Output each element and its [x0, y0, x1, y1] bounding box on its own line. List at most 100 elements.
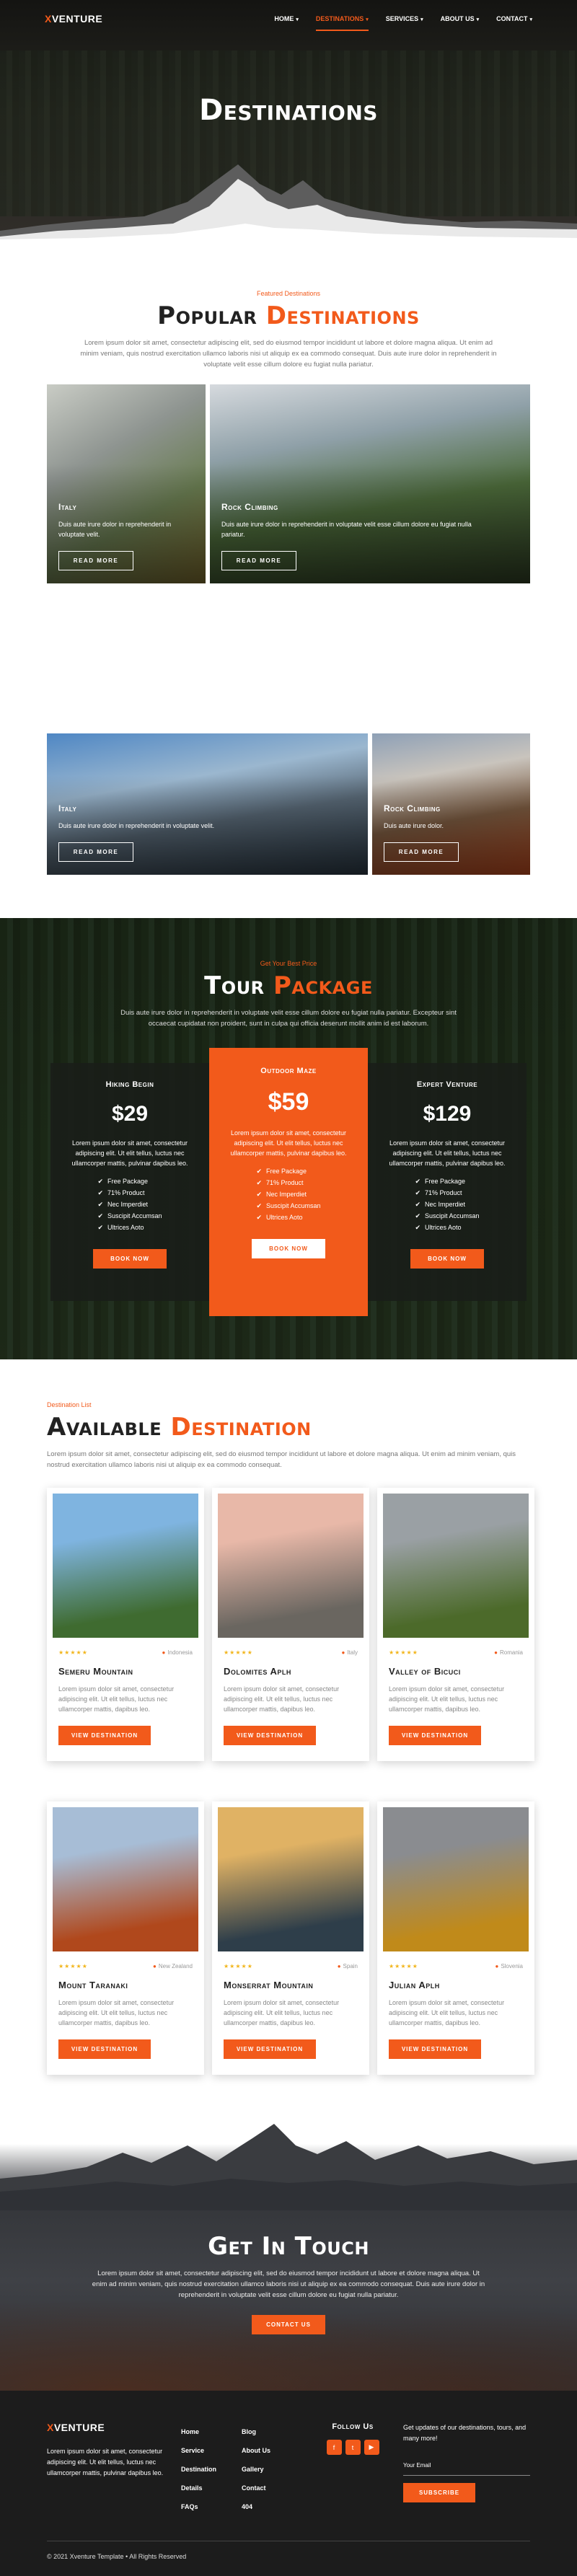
- pricing-plans: Hiking Begin $29 Lorem ipsum dolor sit a…: [0, 1048, 577, 1316]
- destination-name: Monserrat Mountain: [224, 1980, 314, 1990]
- menu-services[interactable]: Services ▾: [386, 11, 423, 27]
- popular-destinations: Featured Destinations Popular Destinatio…: [0, 245, 577, 918]
- location-label: New Zealand: [153, 1963, 193, 1970]
- footer-link[interactable]: About Us: [242, 2441, 302, 2460]
- menu-home[interactable]: Home ▾: [274, 11, 299, 27]
- destination-text: Lorem ipsum dolor sit amet, consectetur …: [224, 1685, 340, 1713]
- menu-contact[interactable]: Contact ▾: [496, 11, 532, 27]
- footer-link[interactable]: Details: [181, 2479, 242, 2497]
- destination-card: ★★★★★ Romania Valley of Bicuci Lorem ipsum …: [377, 1488, 534, 1761]
- read-more-button[interactable]: Read More: [58, 842, 133, 862]
- plan-outdoor-maze: Outdoor Maze $59 Lorem ipsum dolor sit a…: [209, 1048, 368, 1316]
- destination-image: [218, 1807, 364, 1951]
- plan-price: $129: [423, 1102, 472, 1126]
- destination-text: Lorem ipsum dolor sit amet, consectetur …: [389, 1999, 505, 2026]
- footer-link[interactable]: FAQs: [181, 2497, 242, 2516]
- destination-text: Lorem ipsum dolor sit amet, consectetur …: [389, 1685, 505, 1713]
- footer-about: Lorem ipsum dolor sit amet, consectetur …: [47, 2448, 164, 2476]
- newsletter-text: Get updates of our destinations, tours, …: [403, 2424, 527, 2442]
- view-destination-button[interactable]: View Destination: [224, 1726, 316, 1745]
- tile-italy-2: Italy Duis aute irure dolor in reprehend…: [47, 733, 368, 875]
- book-now-button[interactable]: Book Now: [93, 1249, 167, 1269]
- menu-about-us[interactable]: About Us ▾: [441, 11, 480, 27]
- view-destination-button[interactable]: View Destination: [224, 2039, 316, 2059]
- section-intro: Duis aute irure dolor in reprehenderit i…: [120, 1009, 457, 1028]
- plan-expert-venture: Expert Venture $129 Lorem ipsum dolor si…: [368, 1063, 527, 1301]
- tour-package: Get Your Best Price Tour Package Duis au…: [0, 918, 577, 1359]
- view-destination-button[interactable]: View Destination: [58, 2039, 151, 2059]
- view-destination-button[interactable]: View Destination: [389, 2039, 481, 2059]
- footer-link[interactable]: Contact: [242, 2479, 302, 2497]
- read-more-button[interactable]: Read More: [384, 842, 459, 862]
- view-destination-button[interactable]: View Destination: [58, 1726, 151, 1745]
- view-destination-button[interactable]: View Destination: [389, 1726, 481, 1745]
- mountain-silhouette: [0, 2124, 577, 2210]
- section-kicker: Featured Destinations: [256, 290, 321, 297]
- tile-title: Rock Climbing: [221, 502, 278, 512]
- chevron-down-icon: ▾: [529, 17, 532, 22]
- feature-item: Ultrices Aoto: [415, 1222, 479, 1233]
- destination-name: Julian Aplh: [389, 1980, 440, 1990]
- destination-card: ★★★★★ Italy Dolomites Aplh Lorem ipsum dolo…: [212, 1488, 369, 1761]
- email-field[interactable]: Your Email: [403, 2453, 530, 2476]
- footer-link[interactable]: Service: [181, 2441, 242, 2460]
- footer-link[interactable]: Gallery: [242, 2460, 302, 2479]
- location-label: Spain: [338, 1963, 358, 1970]
- read-more-button[interactable]: Read More: [221, 551, 296, 570]
- twitter-icon[interactable]: t: [345, 2440, 361, 2455]
- destination-image: [53, 1807, 198, 1951]
- rating-stars: ★★★★★: [224, 1963, 253, 1970]
- destination-card: ★★★★★ New Zealand Mount Taranaki Lorem ipsu…: [47, 1801, 204, 2075]
- destination-cards: ★★★★★ Indonesia Semeru Mountain Lorem ipsum…: [47, 1488, 534, 2075]
- contact-us-button[interactable]: Contact Us: [252, 2315, 325, 2334]
- plan-price: $59: [268, 1088, 309, 1116]
- section-title: Get In Touch: [208, 2232, 369, 2261]
- footer-link[interactable]: Blog: [242, 2422, 302, 2441]
- plan-description: Lorem ipsum dolor sit amet, consectetur …: [389, 1139, 506, 1167]
- destination-text: Lorem ipsum dolor sit amet, consectetur …: [58, 1685, 175, 1713]
- rating-stars: ★★★★★: [58, 1963, 88, 1970]
- plan-name: Hiking Begin: [105, 1080, 154, 1089]
- tile-italy: Italy Duis aute irure dolor in reprehend…: [47, 384, 206, 583]
- footer-logo[interactable]: XVENTURE: [47, 2422, 177, 2433]
- plan-name: Expert Venture: [416, 1080, 478, 1089]
- book-now-button[interactable]: Book Now: [252, 1239, 325, 1258]
- plan-price: $29: [111, 1102, 149, 1126]
- tile-text: Duis aute irure dolor in reprehenderit i…: [58, 822, 215, 829]
- youtube-icon[interactable]: ▶: [364, 2440, 379, 2455]
- feature-item: Ultrices Aoto: [256, 1212, 320, 1223]
- destination-text: Lorem ipsum dolor sit amet, consectetur …: [224, 1999, 340, 2026]
- footer-link[interactable]: Home: [181, 2422, 242, 2441]
- feature-item: 71% Product: [256, 1177, 320, 1188]
- tile-text: Duis aute irure dolor in reprehenderit i…: [221, 521, 472, 538]
- plan-features: Free Package 71% Product Nec Imperdiet S…: [415, 1175, 480, 1233]
- footer-link[interactable]: 404: [242, 2497, 302, 2516]
- footer-link[interactable]: Destination: [181, 2460, 242, 2479]
- tile-text: Duis aute irure dolor in reprehenderit i…: [58, 521, 172, 538]
- chevron-down-icon: ▾: [420, 17, 423, 22]
- destination-card: ★★★★★ Indonesia Semeru Mountain Lorem ipsum…: [47, 1488, 204, 1761]
- footer: XVENTURE Lorem ipsum dolor sit amet, con…: [0, 2391, 577, 2576]
- section-kicker: Destination List: [47, 1401, 92, 1408]
- chevron-down-icon: ▾: [366, 17, 369, 22]
- tile-title: Italy: [58, 803, 77, 813]
- plan-features: Free Package 71% Product Nec Imperdiet S…: [97, 1175, 162, 1233]
- feature-item: Free Package: [97, 1175, 162, 1187]
- chevron-down-icon: ▾: [296, 17, 299, 22]
- follow-us-heading: Follow Us: [332, 2422, 374, 2431]
- main-menu: Home ▾ Destinations ▾ Services ▾ About Us ▾ …: [274, 11, 532, 31]
- available-destinations: Destination List Available Destination L…: [0, 1359, 577, 2117]
- logo[interactable]: XVENTURE: [45, 13, 102, 25]
- copyright: © 2021 Xventure Template • All Rights Re…: [47, 2553, 187, 2560]
- feature-item: 71% Product: [415, 1187, 479, 1199]
- menu-destinations[interactable]: Destinations ▾: [315, 11, 369, 31]
- mountain-silhouette: [0, 164, 577, 245]
- feature-item: 71% Product: [97, 1187, 162, 1199]
- subscribe-button[interactable]: Subscribe: [403, 2483, 475, 2502]
- section-title: Available Destination: [47, 1413, 312, 1442]
- book-now-button[interactable]: Book Now: [410, 1249, 484, 1269]
- rating-stars: ★★★★★: [389, 1649, 418, 1656]
- read-more-button[interactable]: Read More: [58, 551, 133, 570]
- facebook-icon[interactable]: f: [326, 2440, 342, 2455]
- footer-links-1: Home Service Destination Details FAQs: [181, 2422, 242, 2516]
